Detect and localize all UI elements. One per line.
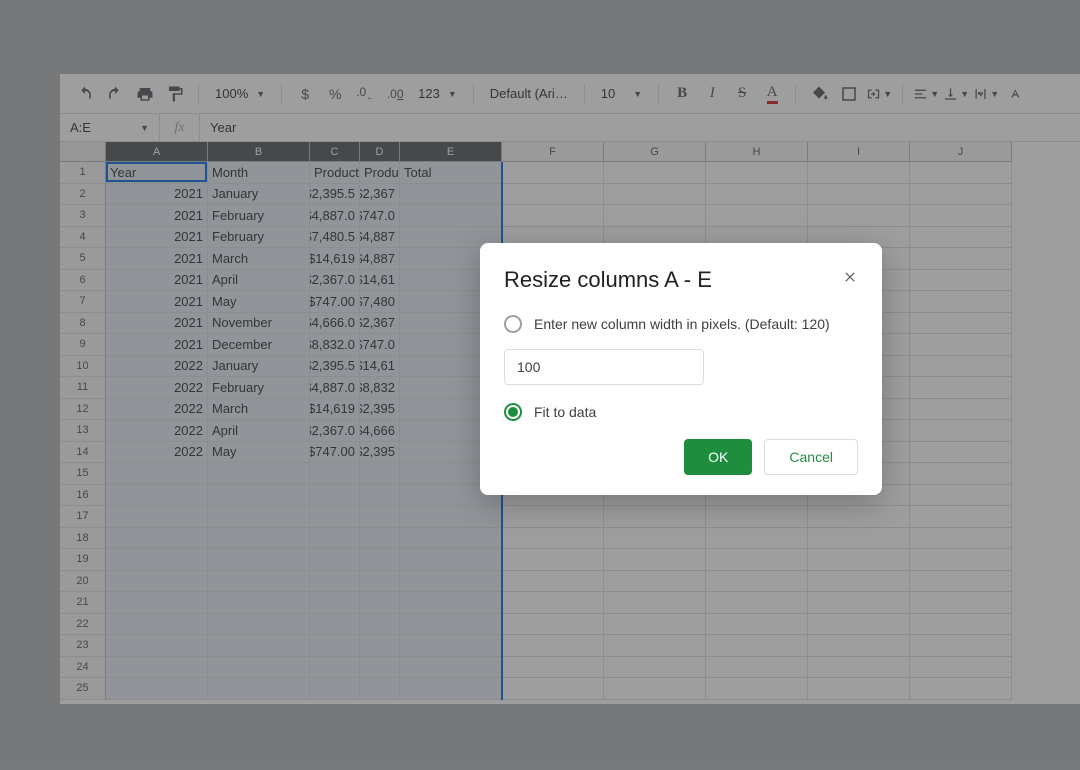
- cancel-button[interactable]: Cancel: [764, 439, 858, 475]
- close-icon: [842, 269, 858, 285]
- column-width-input[interactable]: [504, 349, 704, 385]
- option-fit-to-data[interactable]: Fit to data: [504, 403, 858, 421]
- option-enter-width-label: Enter new column width in pixels. (Defau…: [534, 316, 830, 332]
- dialog-title: Resize columns A - E: [504, 267, 858, 293]
- option-fit-label: Fit to data: [534, 404, 596, 420]
- dialog-actions: OK Cancel: [504, 439, 858, 475]
- radio-checked-icon: [504, 403, 522, 421]
- dialog-body: Enter new column width in pixels. (Defau…: [504, 315, 858, 421]
- dialog-close-button[interactable]: [836, 263, 864, 291]
- option-enter-width[interactable]: Enter new column width in pixels. (Defau…: [504, 315, 858, 333]
- resize-columns-dialog: Resize columns A - E Enter new column wi…: [480, 243, 882, 495]
- ok-button[interactable]: OK: [684, 439, 752, 475]
- radio-unchecked-icon: [504, 315, 522, 333]
